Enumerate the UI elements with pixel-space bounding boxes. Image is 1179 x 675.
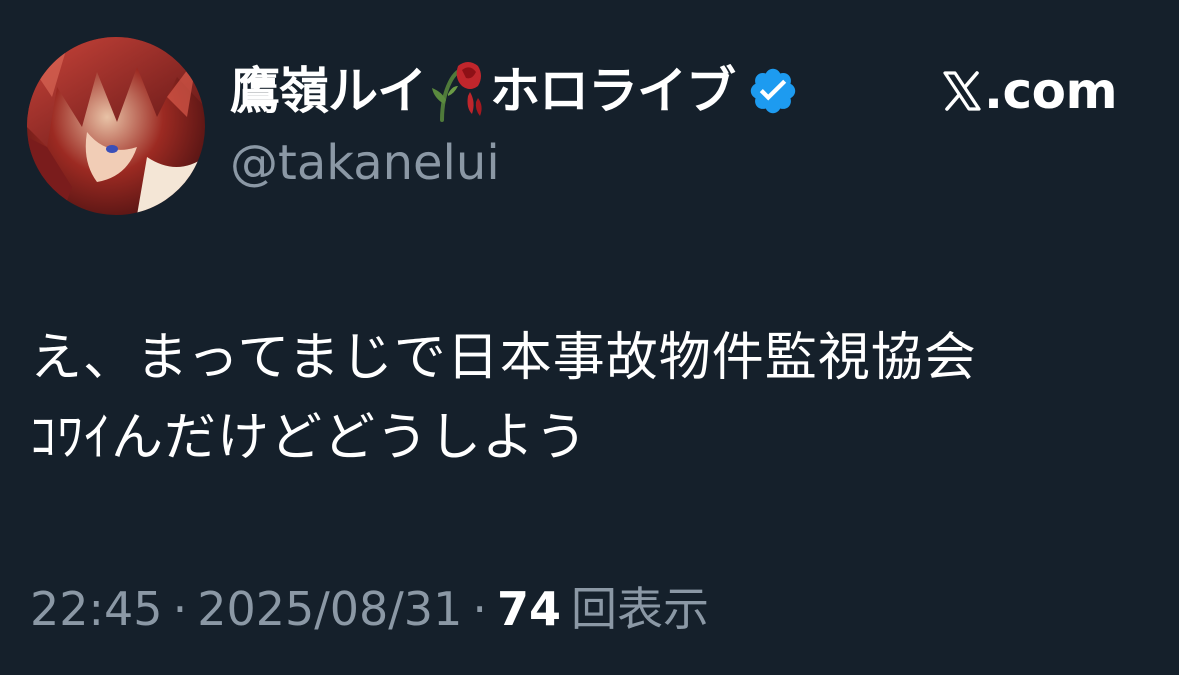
author-name-row[interactable]: 鷹嶺ルイ ホロライブ (230, 56, 799, 126)
author-handle[interactable]: @takanelui (230, 131, 500, 195)
views-label: 回表示 (570, 582, 709, 636)
views-count[interactable]: 74 (497, 576, 561, 642)
tweet-text: え、まってまじで日本事故物件監視協会 ｺﾜｲんだけどどうしよう (30, 318, 1170, 478)
verified-badge-icon[interactable] (747, 65, 799, 117)
source-domain: .com (984, 62, 1118, 120)
tweet-text-line: え、まってまじで日本事故物件監視協会 (30, 328, 977, 388)
wilted-rose-icon (428, 58, 488, 124)
tweet-date[interactable]: 2025/08/31 (197, 576, 462, 642)
x-logo-icon (942, 70, 982, 112)
tweet-time[interactable]: 22:45 (30, 576, 163, 642)
meta-separator: · (472, 582, 487, 636)
affiliation-name[interactable]: ホロライブ (490, 56, 736, 126)
tweet-meta: 22:45 · 2025/08/31 · 74 回表示 (30, 576, 709, 642)
tweet-text-line: ｺﾜｲんだけどどうしよう (30, 408, 589, 468)
avatar[interactable] (27, 37, 205, 215)
display-name[interactable]: 鷹嶺ルイ (230, 56, 427, 126)
x-brand[interactable]: .com (942, 58, 1118, 124)
meta-separator: · (172, 582, 188, 636)
